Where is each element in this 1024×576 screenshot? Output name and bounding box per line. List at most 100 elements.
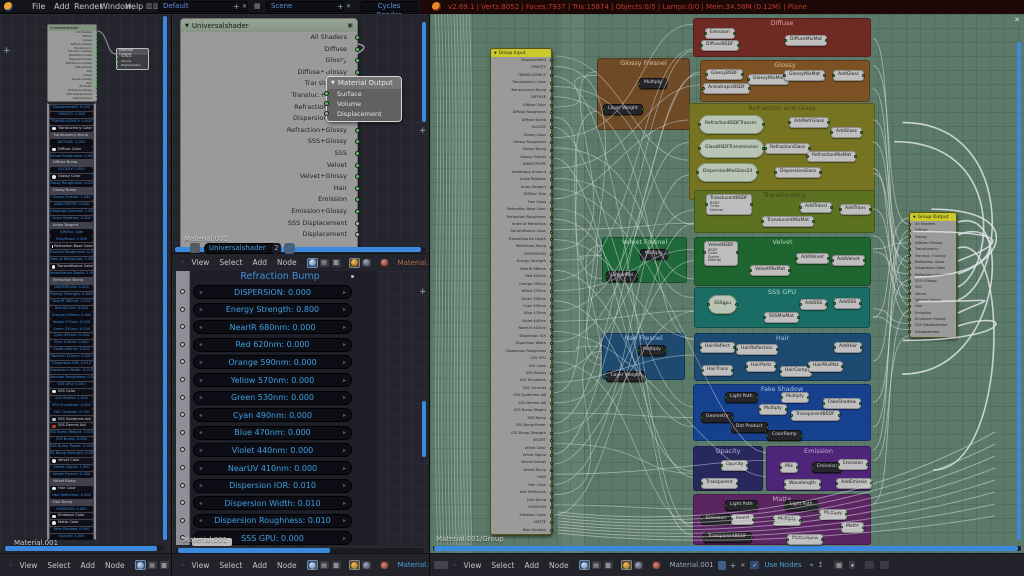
- node-name-field[interactable]: Universalshader: [204, 243, 278, 254]
- header-menu-add[interactable]: Add: [253, 561, 268, 570]
- mini-slider[interactable]: Glossy Fresnel: 1.450: [50, 195, 93, 201]
- midbot-region-expand-icon[interactable]: +: [419, 287, 427, 297]
- group-node-emission[interactable]: Emission: [701, 514, 731, 525]
- slider-arrow-left[interactable]: ◂: [199, 377, 202, 384]
- frame-velvet-fresnel[interactable]: Velvet FresnelMultiplyLayer Wei: [602, 237, 687, 283]
- slider-arrow-right[interactable]: ▸: [343, 306, 346, 313]
- texture-sphere-toggle[interactable]: [379, 258, 390, 268]
- group-node-refractionglass[interactable]: RefractionGlass: [765, 143, 810, 154]
- material-sphere-toggle[interactable]: [307, 560, 318, 570]
- slider-arrow-right[interactable]: ▸: [343, 377, 346, 384]
- midtop-vertical-scrollbar[interactable]: [422, 22, 426, 122]
- material-add-button[interactable]: +: [730, 561, 737, 570]
- layers-toggle[interactable]: ▤: [591, 560, 602, 570]
- mini-swatch[interactable]: SSS Epidermis Adj: [50, 416, 93, 422]
- mini-universalshader-node[interactable]: UniversalshaderAll ShadersDiffuseGlossyD…: [47, 24, 97, 102]
- slider-cyan-490nm[interactable]: ◂Cyan 490nm: 0.000▸: [193, 408, 352, 422]
- header-menu-select[interactable]: Select: [219, 561, 242, 570]
- editor-type-button[interactable]: [433, 560, 449, 570]
- menu-file[interactable]: File: [32, 2, 45, 11]
- mini-slider[interactable]: ANISOTROPY: 0.000: [50, 202, 93, 208]
- slider-dispersion-roughness[interactable]: ◂Dispersion Roughness: 0.010▸: [193, 514, 352, 528]
- mini-slider[interactable]: DIFFUSE: 1.000: [50, 139, 93, 145]
- frame-hair[interactable]: HairHairReflectHairReflectionHairTransHa…: [694, 333, 871, 381]
- slider-arrow-left[interactable]: ◂: [199, 359, 202, 366]
- slider-arrow-right[interactable]: ▸: [343, 535, 346, 542]
- header-menu-view[interactable]: View: [192, 561, 210, 570]
- header-menu-view[interactable]: View: [192, 258, 210, 267]
- group-node-multiply[interactable]: Multiply: [781, 392, 809, 403]
- mini-slider[interactable]: SSS Bump Weight: 0.000: [50, 430, 93, 436]
- slider-arrow-right[interactable]: ▸: [343, 324, 346, 331]
- mini-swatch[interactable]: Glossy Color: [50, 174, 93, 180]
- group-output-header[interactable]: ▼Group Output: [910, 213, 956, 221]
- mini-slider[interactable]: SSS Emulation: 0.000: [50, 402, 93, 408]
- group-node-addvelvet[interactable]: AddVelvet: [832, 255, 865, 266]
- material-output-node[interactable]: ▼ Material Output SurfaceVolumeDisplacem…: [326, 76, 402, 122]
- mini-slider[interactable]: Red 620nm: 0.000: [50, 306, 93, 312]
- collapse-triangle-icon[interactable]: ▼: [913, 215, 916, 219]
- checker-toggle[interactable]: ▩: [159, 560, 170, 570]
- world-sphere-toggle[interactable]: [361, 258, 372, 268]
- slider-arrow-right[interactable]: ▸: [343, 412, 346, 419]
- group-node-translucentmixmat[interactable]: TranslucentMixMat: [762, 216, 814, 227]
- texture-sphere-toggle[interactable]: [651, 560, 662, 570]
- group-node-hairmixmat[interactable]: HairMixMat: [808, 361, 843, 372]
- mini-slider[interactable]: NearUV 410nm: 0.000: [50, 354, 93, 360]
- mini-swatch[interactable]: Diffuse Color: [50, 146, 93, 152]
- mini-slider[interactable]: TRANSLUCENCY: 0.000: [50, 119, 93, 125]
- slider-arrow-left[interactable]: ◂: [199, 289, 202, 296]
- menu-add[interactable]: Add: [54, 2, 70, 11]
- collapse-triangle-icon[interactable]: ▼: [185, 23, 189, 29]
- mini-slider[interactable]: DISPERSION: 0.000: [50, 285, 93, 291]
- mini-slider[interactable]: Glossy Roughness: 0.000: [50, 181, 93, 187]
- group-node-emission[interactable]: Emission: [705, 28, 735, 39]
- group-node-hairreflection[interactable]: HairReflection: [736, 344, 778, 355]
- group-node-transparentbsdf[interactable]: TransparentBSDF: [703, 532, 752, 543]
- scene-close-button[interactable]: ✕: [346, 3, 351, 10]
- slider-arrow-right[interactable]: ▸: [343, 500, 346, 507]
- slider-dispersion-width[interactable]: ◂Dispersion Width: 0.010▸: [193, 496, 352, 510]
- group-node-transparent[interactable]: Transparent: [701, 478, 738, 489]
- material-sphere-toggle[interactable]: [579, 560, 590, 570]
- group-node-velvetbsdf[interactable]: VelvetBSDFBSDFColorSigmaNormal: [704, 241, 738, 266]
- group-input-header[interactable]: ▼Group Input: [491, 49, 551, 57]
- mini-slider[interactable]: EMISSION: 0.000: [50, 506, 93, 512]
- blender-logo-icon[interactable]: [4, 2, 13, 11]
- mini-swatch[interactable]: Hair Color: [50, 486, 93, 492]
- material-sphere-toggle[interactable]: [135, 560, 146, 570]
- group-node-addtrans[interactable]: AddTrans: [840, 204, 871, 215]
- frame-sss-gpu[interactable]: SSS GPUSSSgpuSSSMixMatAddSSSAddSSS: [694, 287, 870, 328]
- world-sphere-toggle[interactable]: [633, 560, 644, 570]
- checker-toggle[interactable]: ▩: [331, 258, 342, 268]
- slider-arrow-left[interactable]: ◂: [199, 500, 202, 507]
- slider-arrow-left[interactable]: ◂: [199, 447, 202, 454]
- group-node-multiply[interactable]: Multiply: [759, 404, 787, 415]
- mini-slider[interactable]: Velvet Sigma: 1.000: [50, 465, 93, 471]
- left-region-expand-icon[interactable]: +: [3, 46, 11, 56]
- frame-glossy-fresnel[interactable]: Glossy FresnelMultiplyLayer Weight: [597, 58, 690, 130]
- slider-orange-590nm[interactable]: ◂Orange 590nm: 0.000▸: [193, 355, 352, 369]
- render-still-icon[interactable]: [864, 560, 875, 570]
- mini-slider[interactable]: Aniso Rotation: 0.000: [50, 216, 93, 222]
- snap-mode-dropdown[interactable]: ▼: [848, 560, 856, 570]
- header-menu-node[interactable]: Node: [277, 258, 297, 267]
- mini-swatch[interactable]: Refraction Base Color: [50, 243, 93, 249]
- group-node-opacity[interactable]: Opacity: [721, 460, 748, 471]
- layout-add-button[interactable]: +: [233, 2, 240, 11]
- datablock-extra-button[interactable]: [718, 561, 726, 570]
- layers-toggle[interactable]: ▤: [319, 560, 330, 570]
- layout-close-button[interactable]: ✕: [242, 3, 247, 10]
- slider-arrow-right[interactable]: ▸: [343, 359, 346, 366]
- mini-material-output-node[interactable]: Material OutputSurfaceVolumeDisplacement: [116, 48, 149, 70]
- header-menu-select[interactable]: Select: [219, 258, 242, 267]
- group-node-light-path[interactable]: Light Path: [725, 392, 758, 403]
- slider-arrow-right[interactable]: ▸: [343, 341, 346, 348]
- group-node-addsss[interactable]: AddSSS: [800, 299, 827, 310]
- mini-slider[interactable]: Green 530nm: 0.000: [50, 326, 93, 332]
- slider-energy-strength[interactable]: ◂Energy Strength: 0.800▸: [193, 303, 352, 317]
- slider-arrow-left[interactable]: ◂: [199, 429, 202, 436]
- mini-slider[interactable]: Dispersion Roughness: 0.010: [50, 375, 93, 381]
- mini-slider[interactable]: Transmittance Depth: 1.000: [50, 271, 93, 277]
- mini-slider[interactable]: SSS GPU: 0.000: [50, 382, 93, 388]
